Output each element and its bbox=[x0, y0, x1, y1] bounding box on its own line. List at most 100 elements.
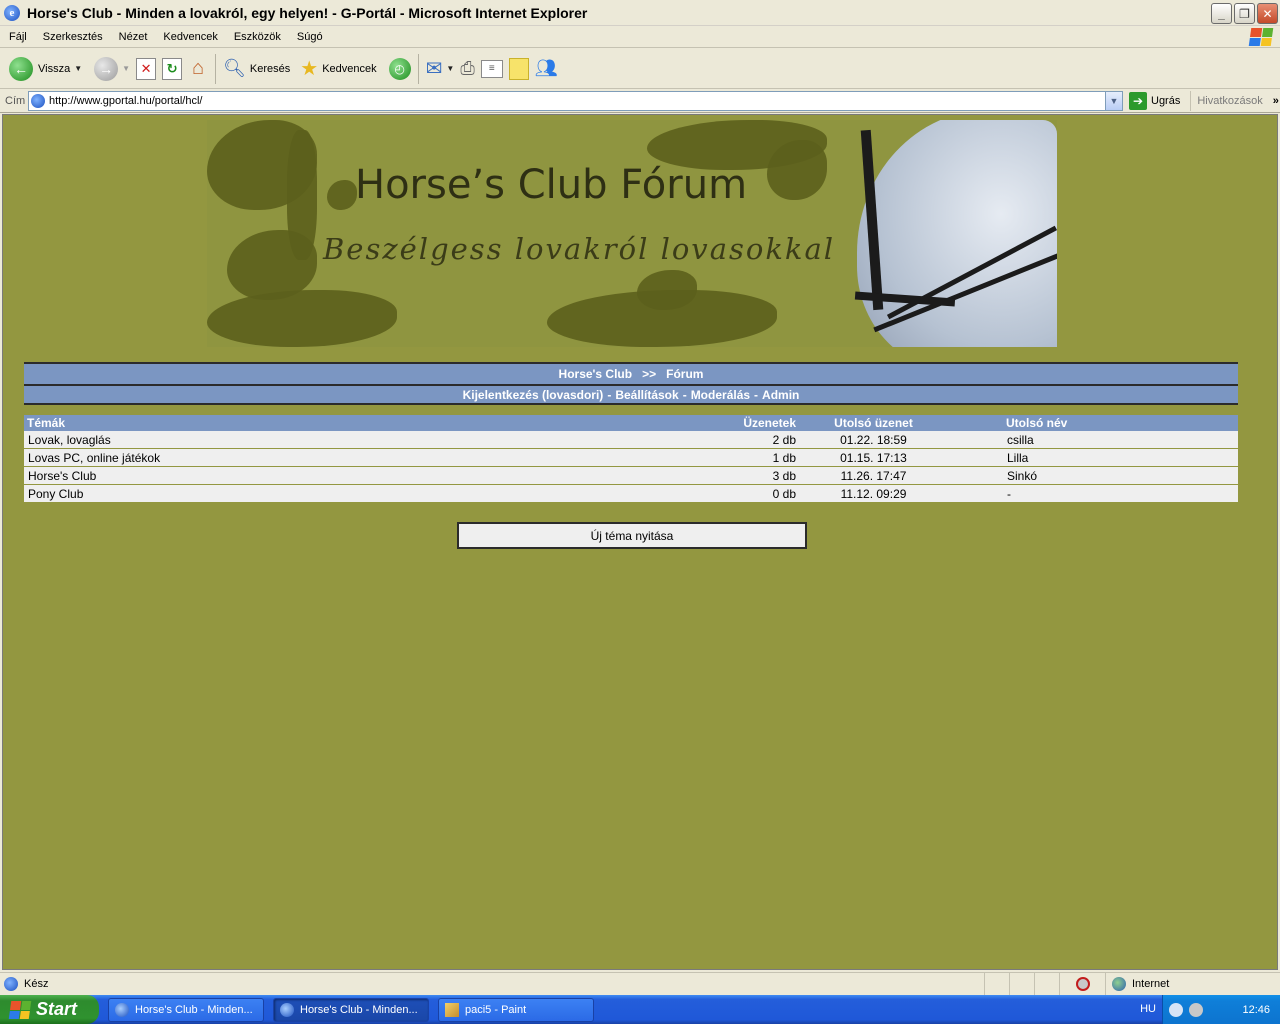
back-arrow-icon: ← bbox=[9, 56, 33, 81]
mail-dropdown-icon[interactable]: ▼ bbox=[446, 64, 454, 73]
ie-icon bbox=[280, 1002, 294, 1017]
privacy-icon[interactable] bbox=[1059, 973, 1105, 995]
start-button[interactable]: Start bbox=[0, 995, 99, 1024]
system-tray: 12:46 bbox=[1162, 995, 1280, 1024]
menu-edit[interactable]: Szerkesztés bbox=[36, 31, 110, 43]
back-button[interactable]: ← Vissza ▼ bbox=[6, 52, 85, 86]
close-button[interactable]: ✕ bbox=[1257, 3, 1278, 24]
banner-title: Horse’s Club Fórum bbox=[355, 162, 748, 208]
taskbar-item-paint[interactable]: paci5 - Paint bbox=[438, 997, 594, 1022]
user-icon[interactable] bbox=[1189, 1002, 1203, 1017]
table-row[interactable]: Lovas PC, online játékok 1 db 01.15. 17:… bbox=[24, 449, 1238, 467]
settings-link[interactable]: Beállítások bbox=[615, 388, 678, 402]
stop-icon: ✕ bbox=[136, 57, 157, 80]
mail-button[interactable]: ✉ ▼ bbox=[423, 52, 458, 86]
taskbar: Start Horse's Club - Minden... Horse's C… bbox=[0, 995, 1280, 1024]
minimize-button[interactable]: _ bbox=[1211, 3, 1232, 24]
table-row[interactable]: Lovak, lovaglás 2 db 01.22. 18:59 csilla bbox=[24, 431, 1238, 449]
search-button[interactable]: 🔍︎ Keresés bbox=[220, 52, 293, 86]
back-dropdown-icon[interactable]: ▼ bbox=[74, 64, 82, 73]
note-icon bbox=[508, 57, 529, 80]
edit-button[interactable]: ≡ bbox=[478, 52, 506, 86]
topic-link[interactable]: Pony Club bbox=[24, 487, 721, 501]
windows-logo-icon bbox=[8, 1000, 32, 1019]
address-bar: Cím ▼ ➔ Ugrás Hivatkozások » bbox=[0, 90, 1280, 113]
menu-bar: Fájl Szerkesztés Nézet Kedvencek Eszközö… bbox=[0, 26, 1280, 48]
header-last-name: Utolsó név bbox=[1006, 416, 1068, 430]
tray-expand-icon[interactable] bbox=[1169, 1002, 1183, 1017]
search-label: Keresés bbox=[249, 62, 291, 75]
menu-tools[interactable]: Eszközök bbox=[227, 31, 288, 43]
admin-link[interactable]: Admin bbox=[762, 388, 799, 402]
page-icon bbox=[31, 94, 45, 108]
print-button[interactable]: ⎙ bbox=[457, 52, 477, 86]
favorites-button[interactable]: ★ Kedvencek bbox=[297, 52, 379, 86]
ie-icon: e bbox=[4, 4, 20, 21]
menu-view[interactable]: Nézet bbox=[112, 31, 155, 43]
link-separator: - bbox=[607, 387, 612, 402]
refresh-icon: ↻ bbox=[162, 57, 183, 80]
breadcrumb-current: Fórum bbox=[666, 367, 704, 381]
links-chevron-icon[interactable]: » bbox=[1273, 95, 1279, 107]
address-box[interactable]: ▼ bbox=[28, 91, 1123, 111]
go-arrow-icon: ➔ bbox=[1129, 92, 1147, 110]
user-links: Kijelentkezés (lovasdori) - Beállítások … bbox=[24, 384, 1238, 405]
status-text: Kész bbox=[24, 978, 49, 990]
discuss-button[interactable] bbox=[506, 52, 532, 86]
links-toolbar[interactable]: Hivatkozások » bbox=[1190, 91, 1279, 111]
messenger-icon: 👥︎ bbox=[534, 58, 558, 78]
windows-logo-icon bbox=[1248, 28, 1274, 46]
last-message-time: 11.26. 17:47 bbox=[840, 468, 907, 483]
topic-link[interactable]: Lovas PC, online játékok bbox=[24, 451, 721, 465]
messenger-button[interactable]: 👥︎ bbox=[532, 52, 561, 86]
breadcrumb-home[interactable]: Horse's Club bbox=[559, 367, 633, 381]
table-row[interactable]: Pony Club 0 db 11.12. 09:29 - bbox=[24, 485, 1238, 503]
moderation-link[interactable]: Moderálás bbox=[691, 388, 750, 402]
leaf-decoration bbox=[327, 180, 357, 210]
home-icon: ⌂ bbox=[192, 57, 205, 79]
back-label: Vissza bbox=[38, 62, 71, 75]
forward-dropdown-icon[interactable]: ▼ bbox=[122, 64, 130, 73]
topic-link[interactable]: Horse's Club bbox=[24, 469, 721, 483]
history-icon: ◴ bbox=[388, 57, 411, 80]
zone-label: Internet bbox=[1132, 978, 1170, 990]
banner-subtitle: Beszélgess lovakról lovasokkal! bbox=[323, 232, 849, 266]
header-last-message: Utolsó üzenet bbox=[834, 416, 913, 430]
table-row[interactable]: Horse's Club 3 db 11.26. 17:47 Sinkó bbox=[24, 467, 1238, 485]
go-button[interactable]: ➔ Ugrás bbox=[1129, 92, 1180, 110]
leaf-decoration bbox=[207, 290, 397, 347]
link-separator: - bbox=[682, 387, 687, 402]
taskbar-item-ie-2[interactable]: Horse's Club - Minden... bbox=[273, 997, 429, 1022]
forward-arrow-icon: → bbox=[94, 56, 119, 81]
stop-button[interactable]: ✕ bbox=[133, 52, 159, 86]
menu-help[interactable]: Súgó bbox=[290, 31, 330, 43]
clock[interactable]: 12:46 bbox=[1242, 1004, 1270, 1016]
breadcrumb: Horse's Club >> Fórum bbox=[24, 362, 1238, 384]
mail-icon: ✉ bbox=[425, 58, 443, 80]
link-separator: - bbox=[754, 387, 759, 402]
paint-icon bbox=[445, 1002, 459, 1017]
menu-favorites[interactable]: Kedvencek bbox=[156, 31, 224, 43]
last-poster: Sinkó bbox=[1007, 468, 1038, 483]
restore-button[interactable]: ❐ bbox=[1234, 3, 1255, 24]
security-zone[interactable]: Internet bbox=[1105, 973, 1280, 995]
window-controls: _ ❐ ✕ bbox=[1211, 3, 1278, 24]
task-label: paci5 - Paint bbox=[465, 1003, 527, 1016]
refresh-button[interactable]: ↻ bbox=[159, 52, 185, 86]
home-button[interactable]: ⌂ bbox=[185, 52, 211, 86]
address-input[interactable] bbox=[49, 95, 1099, 107]
status-cell bbox=[1009, 973, 1034, 995]
topic-link[interactable]: Lovak, lovaglás bbox=[24, 433, 721, 447]
logout-link[interactable]: Kijelentkezés (lovasdori) bbox=[463, 388, 604, 402]
forum-table: Témák Üzenetek Utolsó üzenet Utolsó név … bbox=[24, 415, 1238, 503]
forward-button[interactable]: → ▼ bbox=[91, 52, 133, 86]
new-topic-button[interactable]: Új téma nyitása bbox=[457, 522, 807, 549]
message-count: 0 db bbox=[772, 486, 796, 501]
language-indicator[interactable]: HU bbox=[1140, 1003, 1156, 1015]
task-label: Horse's Club - Minden... bbox=[135, 1003, 253, 1016]
last-poster: Lilla bbox=[1007, 450, 1029, 465]
history-button[interactable]: ◴ bbox=[386, 52, 414, 86]
menu-file[interactable]: Fájl bbox=[2, 31, 34, 43]
address-dropdown-icon[interactable]: ▼ bbox=[1105, 92, 1122, 110]
taskbar-item-ie-1[interactable]: Horse's Club - Minden... bbox=[108, 997, 264, 1022]
